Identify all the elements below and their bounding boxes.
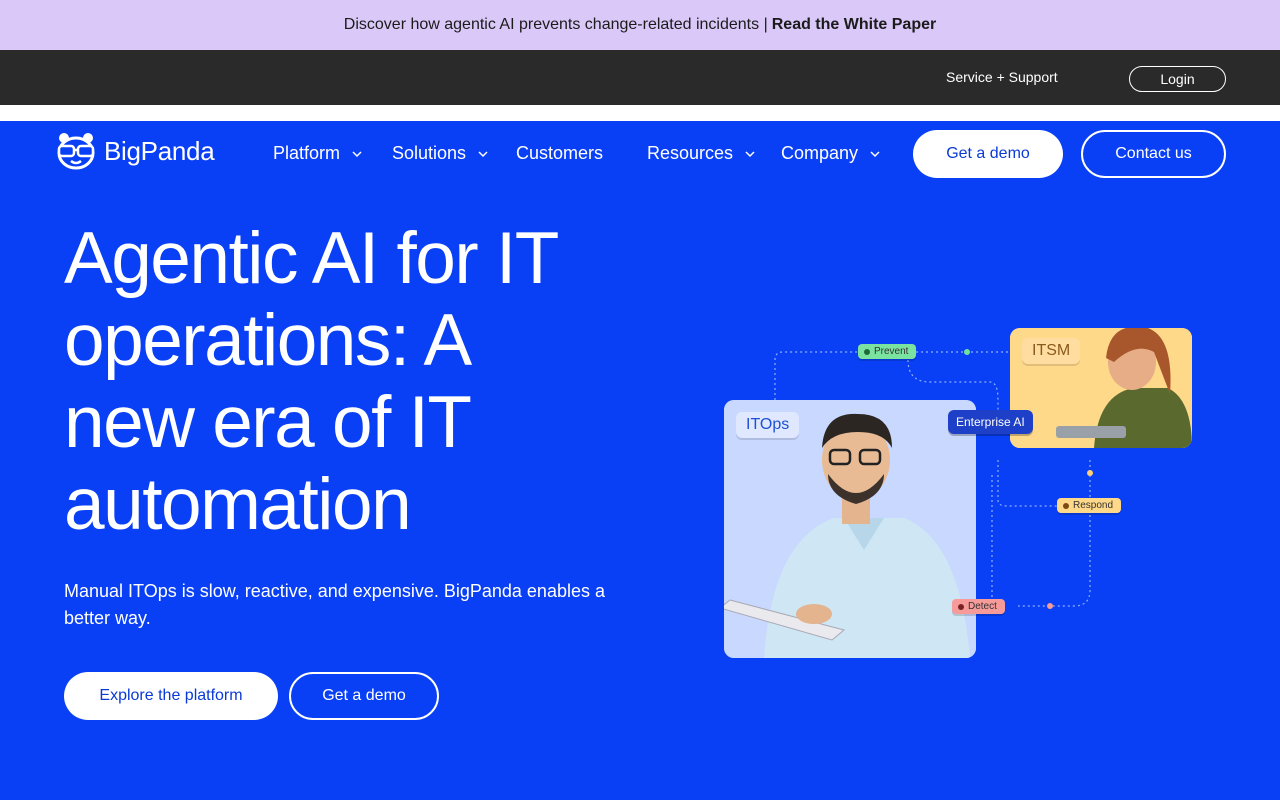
- announcement-bar: Discover how agentic AI prevents change-…: [0, 0, 1280, 50]
- detect-label: Detect: [968, 601, 997, 612]
- itops-card: ITOps: [724, 400, 976, 658]
- itsm-card: ITSM: [1010, 328, 1192, 448]
- nav-company[interactable]: Company: [781, 143, 882, 164]
- announcement-text: Discover how agentic AI prevents change-…: [343, 16, 768, 33]
- nav-solutions[interactable]: Solutions: [392, 143, 490, 164]
- chevron-down-icon: [745, 150, 755, 157]
- chevron-down-icon: [870, 150, 880, 157]
- bigpanda-logo[interactable]: BigPanda: [56, 132, 215, 170]
- white-paper-link[interactable]: Read the White Paper: [772, 16, 936, 34]
- enterprise-ai-tag: Enterprise AI: [948, 410, 1033, 434]
- hero-get-demo-button[interactable]: Get a demo: [289, 672, 439, 720]
- get-demo-button[interactable]: Get a demo: [913, 130, 1063, 178]
- nav-resources[interactable]: Resources: [647, 143, 757, 164]
- nav-customers[interactable]: Customers: [516, 143, 603, 164]
- nav-platform-label: Platform: [273, 143, 341, 163]
- nav-company-label: Company: [781, 143, 859, 163]
- hero-subtitle: Manual ITOps is slow, reactive, and expe…: [64, 581, 605, 628]
- divider: [0, 105, 1280, 121]
- hero-title-line: Agentic AI for IT: [64, 218, 559, 299]
- hero-title-line: new era of IT: [64, 382, 472, 463]
- prevent-label: Prevent: [874, 346, 909, 357]
- chevron-down-icon: [352, 150, 362, 157]
- service-support-link[interactable]: Service + Support: [946, 69, 1058, 85]
- respond-label: Respond: [1073, 500, 1114, 511]
- nav-resources-label: Resources: [647, 143, 734, 163]
- panda-icon: [57, 133, 95, 170]
- utility-bar: Service + Support Login: [0, 50, 1280, 105]
- respond-chip: Respond: [1057, 498, 1122, 513]
- nav-solutions-label: Solutions: [392, 143, 467, 163]
- login-button[interactable]: Login: [1129, 66, 1226, 92]
- hero-title-line: automation: [64, 464, 412, 545]
- contact-us-button[interactable]: Contact us: [1081, 130, 1226, 178]
- hero-title-line: operations: A: [64, 300, 472, 381]
- chevron-down-icon: [478, 150, 488, 157]
- logo-text: BigPanda: [104, 135, 215, 166]
- itops-tag: ITOps: [736, 412, 800, 438]
- itsm-tag: ITSM: [1022, 338, 1081, 364]
- prevent-chip: Prevent: [858, 344, 917, 359]
- hero-title: Agentic AI for IT operations: A new era …: [64, 218, 664, 546]
- explore-platform-button[interactable]: Explore the platform: [64, 672, 278, 720]
- man-with-tablet-image: [724, 400, 976, 658]
- nav-platform[interactable]: Platform: [273, 143, 364, 164]
- status-dot: [864, 348, 870, 355]
- status-dot: [958, 603, 964, 610]
- hero-illustration: ITOps ITSM Enterprise AI Prevent Respond…: [700, 300, 1220, 670]
- status-dot: [1063, 502, 1069, 509]
- detect-chip: Detect: [952, 599, 1005, 614]
- nav-customers-label: Customers: [516, 143, 604, 163]
